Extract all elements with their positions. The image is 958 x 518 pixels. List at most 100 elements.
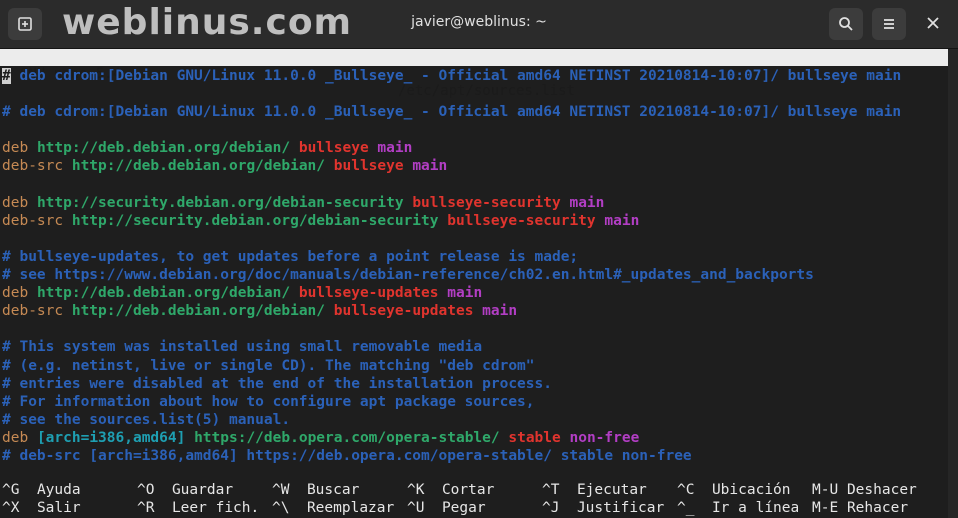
shortcut-key: ^_ xyxy=(677,500,695,516)
shortcut-label: Leer fich. xyxy=(171,500,260,516)
shortcut-item[interactable]: M-E Rehacer xyxy=(812,499,908,517)
shortcut-item[interactable]: ^X Salir xyxy=(2,499,81,517)
line-token xyxy=(63,303,72,319)
line-token: bullseye xyxy=(298,140,369,157)
line-token: http://deb.debian.org/debian/ xyxy=(71,158,326,175)
editor-line[interactable]: # This system was installed using small … xyxy=(2,338,946,356)
terminal-area[interactable]: GNU nano 5.4 /etc/apt/sources.list # deb… xyxy=(0,49,958,518)
line-token xyxy=(290,140,299,156)
editor-line[interactable]: # see the sources.list(5) manual. xyxy=(2,411,946,429)
editor-line[interactable]: # deb-src [arch=i386,amd64] https://deb.… xyxy=(2,447,946,465)
editor-line[interactable]: # (e.g. netinst, live or single CD). The… xyxy=(2,357,946,375)
shortcut-item[interactable]: ^K Cortar xyxy=(407,481,494,499)
shortcut-item[interactable]: ^O Guardar xyxy=(137,481,233,499)
shortcut-key: ^O xyxy=(137,482,155,498)
line-token: http://security.debian.org/debian-securi… xyxy=(36,194,404,211)
line-token xyxy=(63,213,72,229)
line-token: # see the sources.list(5) manual. xyxy=(2,411,291,428)
shortcut-label: Salir xyxy=(36,500,81,516)
editor-line[interactable]: deb http://deb.debian.org/debian/ bullse… xyxy=(2,284,946,302)
line-token: main xyxy=(604,212,640,229)
line-token: deb-src xyxy=(2,303,64,320)
shortcut-key: ^\ xyxy=(272,500,290,516)
line-token: http://deb.debian.org/debian/ xyxy=(36,140,291,157)
close-window-button[interactable] xyxy=(922,12,944,34)
editor-line[interactable]: deb [arch=i386,amd64] https://deb.opera.… xyxy=(2,429,946,447)
editor-line[interactable] xyxy=(2,230,946,248)
shortcut-key: ^T xyxy=(542,482,560,498)
line-token xyxy=(185,430,194,446)
line-token: main xyxy=(377,140,413,157)
editor-line[interactable]: deb-src http://deb.debian.org/debian/ bu… xyxy=(2,157,946,175)
shortcut-item[interactable]: ^_ Ir a línea xyxy=(677,499,799,517)
editor-line[interactable]: deb-src http://deb.debian.org/debian/ bu… xyxy=(2,302,946,320)
shortcut-label: Pegar xyxy=(441,500,486,516)
shortcut-row: ^G Ayuda ^O Guardar ^W Buscar ^K Cortar ^T E… xyxy=(2,481,946,499)
line-token xyxy=(473,303,482,319)
shortcut-key: ^R xyxy=(137,500,155,516)
shortcut-label: Reemplazar xyxy=(306,500,395,516)
shortcut-item[interactable]: ^\ Reemplazar xyxy=(272,499,394,517)
shortcut-item[interactable]: ^J Justificar xyxy=(542,499,664,517)
scrollbar[interactable] xyxy=(948,49,958,518)
shortcut-item[interactable]: ^G Ayuda xyxy=(2,481,81,499)
line-token: deb-src xyxy=(2,158,64,175)
editor-line[interactable]: deb-src http://security.debian.org/debia… xyxy=(2,212,946,230)
line-token xyxy=(325,303,334,319)
shortcut-item[interactable]: ^R Leer fich. xyxy=(137,499,259,517)
line-token: # bullseye-updates, to get updates befor… xyxy=(2,248,579,265)
line-token: main xyxy=(447,285,483,302)
line-token xyxy=(290,285,299,301)
editor-line[interactable]: # deb cdrom:[Debian GNU/Linux 11.0.0 _Bu… xyxy=(2,67,946,85)
shortcut-key: ^X xyxy=(2,500,20,516)
shortcut-item[interactable]: ^U Pegar xyxy=(407,499,486,517)
line-token xyxy=(325,158,334,174)
shortcut-label: Guardar xyxy=(171,482,234,498)
shortcut-label: Ir a línea xyxy=(711,500,800,516)
editor-line[interactable]: deb http://security.debian.org/debian-se… xyxy=(2,194,946,212)
editor-line[interactable]: # entries were disabled at the end of th… xyxy=(2,375,946,393)
line-token: [arch=i386,amd64] xyxy=(36,429,186,446)
shortcut-label: Ejecutar xyxy=(576,482,647,498)
menu-button[interactable] xyxy=(872,8,906,40)
line-token: https://deb.opera.com/opera-stable/ xyxy=(194,429,500,446)
window-titlebar: weblinus.com javier@weblinus: ~ xyxy=(0,0,958,49)
editor-line[interactable]: # deb cdrom:[Debian GNU/Linux 11.0.0 _Bu… xyxy=(2,103,946,121)
shortcut-item[interactable]: ^W Buscar xyxy=(272,481,359,499)
shortcut-item[interactable]: ^T Ejecutar xyxy=(542,481,647,499)
search-button[interactable] xyxy=(829,8,863,40)
shortcut-item[interactable]: ^C Ubicación xyxy=(677,481,791,499)
line-token: deb cdrom:[Debian GNU/Linux 11.0.0 _Bull… xyxy=(10,68,902,84)
line-token xyxy=(28,430,37,446)
editor-line[interactable] xyxy=(2,121,946,139)
line-token: main xyxy=(412,158,448,175)
shortcut-label: Ayuda xyxy=(36,482,81,498)
shortcut-row: ^X Salir ^R Leer fich. ^\ Reemplazar ^U Peg… xyxy=(2,499,946,517)
shortcut-key: ^G xyxy=(2,482,20,498)
line-token: bullseye-updates xyxy=(298,285,439,302)
line-token: deb xyxy=(2,194,29,211)
line-token: http://deb.debian.org/debian/ xyxy=(71,303,326,320)
line-token: # (e.g. netinst, live or single CD). The… xyxy=(2,357,535,374)
shortcut-item[interactable]: M-U Deshacer xyxy=(812,481,917,499)
line-token: deb xyxy=(2,285,29,302)
editor-line[interactable] xyxy=(2,85,946,103)
line-token: # This system was installed using small … xyxy=(2,339,483,356)
editor-line[interactable] xyxy=(2,176,946,194)
line-token: bullseye-security xyxy=(447,212,596,229)
line-token: main xyxy=(482,303,518,320)
text-cursor: # xyxy=(2,68,11,84)
editor-line[interactable] xyxy=(2,320,946,338)
line-token: # entries were disabled at the end of th… xyxy=(2,375,552,392)
shortcut-label: Ubicación xyxy=(711,482,791,498)
line-token: deb xyxy=(2,140,29,157)
editor-line[interactable]: # see https://www.debian.org/doc/manuals… xyxy=(2,266,946,284)
line-token xyxy=(63,158,72,174)
line-token: bullseye xyxy=(333,158,404,175)
line-token: deb xyxy=(2,429,29,446)
editor-line[interactable]: # bullseye-updates, to get updates befor… xyxy=(2,248,946,266)
editor-content[interactable]: # deb cdrom:[Debian GNU/Linux 11.0.0 _Bu… xyxy=(2,67,946,465)
editor-line[interactable]: # For information about how to configure… xyxy=(2,393,946,411)
line-token: http://deb.debian.org/debian/ xyxy=(36,285,291,302)
editor-line[interactable]: deb http://deb.debian.org/debian/ bullse… xyxy=(2,139,946,157)
